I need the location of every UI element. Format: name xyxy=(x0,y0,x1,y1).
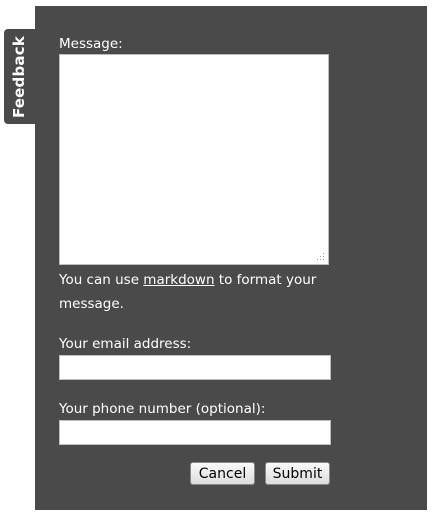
email-input[interactable] xyxy=(59,355,331,380)
hint-text-before: You can use xyxy=(59,272,144,288)
markdown-hint: You can use markdown to format your mess… xyxy=(59,268,359,316)
submit-button[interactable]: Submit xyxy=(265,462,330,485)
phone-input[interactable] xyxy=(59,420,331,445)
message-textarea[interactable] xyxy=(59,54,329,265)
email-label: Your email address: xyxy=(59,336,192,352)
feedback-panel: Message: You can use markdown to format … xyxy=(35,6,427,510)
cancel-button[interactable]: Cancel xyxy=(190,462,255,485)
markdown-link[interactable]: markdown xyxy=(143,272,214,288)
feedback-tab[interactable]: Feedback xyxy=(4,29,35,124)
phone-label: Your phone number (optional): xyxy=(59,401,266,417)
feedback-tab-label: Feedback xyxy=(10,35,29,118)
message-label: Message: xyxy=(59,36,123,52)
resize-grip-icon[interactable] xyxy=(317,253,325,261)
